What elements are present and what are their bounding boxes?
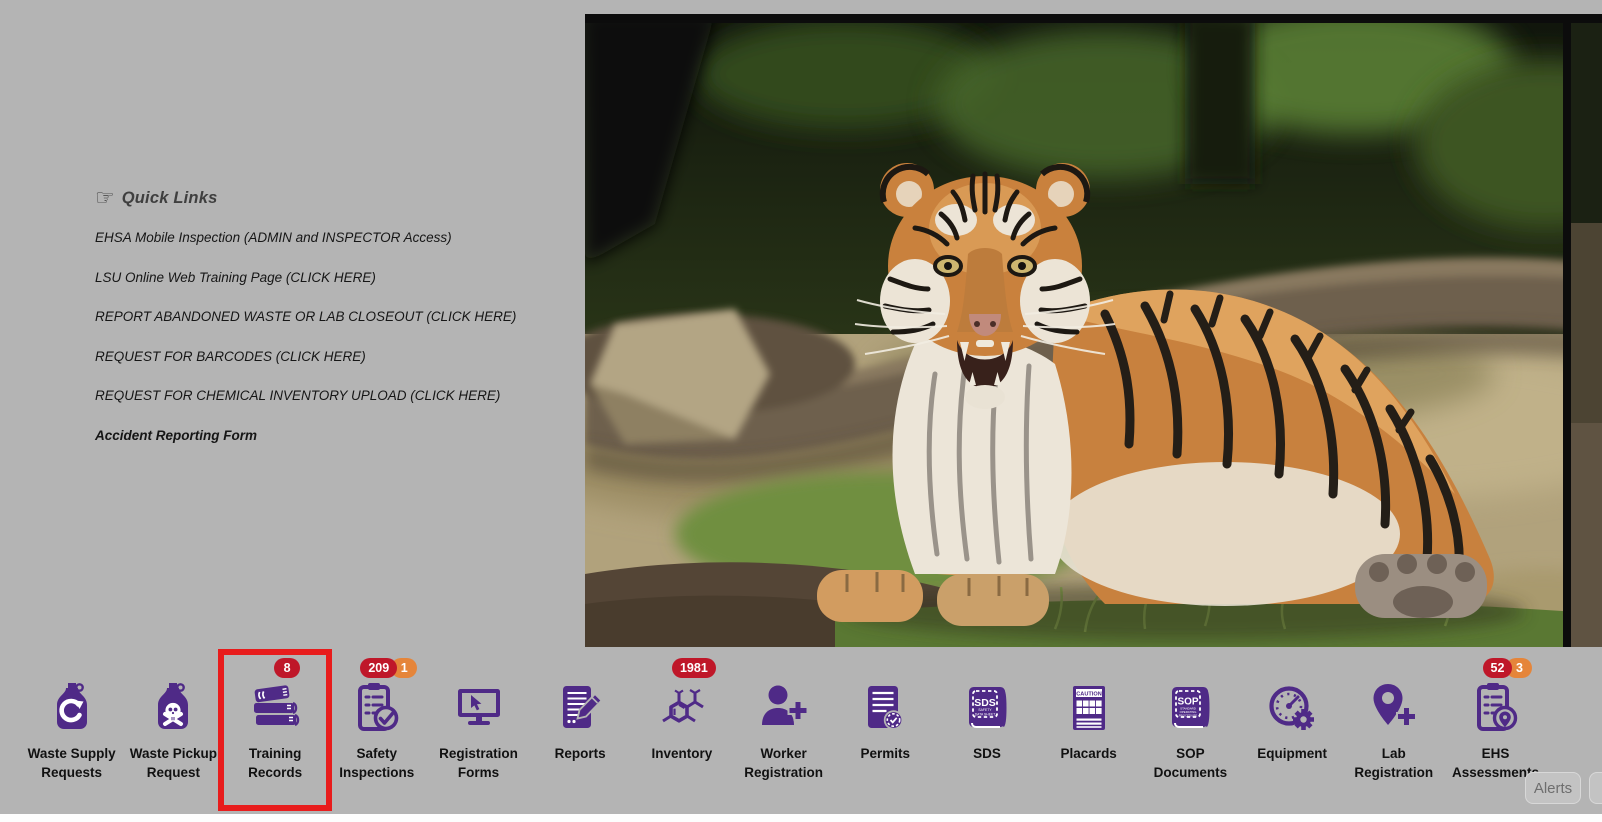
quick-link-accident-reporting-form[interactable]: Accident Reporting Form bbox=[95, 428, 565, 443]
toolbar-item-waste-pickup-request[interactable]: Waste PickupRequest bbox=[122, 655, 224, 805]
monitor-cursor-icon bbox=[451, 679, 507, 737]
quick-links-list: EHSA Mobile Inspection (ADMIN and INSPEC… bbox=[95, 230, 565, 443]
toolbar-item-label: SOPDocuments bbox=[1154, 744, 1228, 782]
toolbar-item-label: Permits bbox=[861, 744, 911, 763]
toolbar-item-lab-registration[interactable]: LabRegistration bbox=[1343, 655, 1445, 805]
monitor-cursor-icon bbox=[451, 680, 507, 736]
badge-row: 1981 bbox=[672, 657, 716, 679]
caution-icon-text: CAUTION bbox=[1076, 691, 1101, 697]
jug-refresh-icon bbox=[44, 680, 100, 736]
sop-book-icon: SOP STANDARD OPERATING PROCEDURE bbox=[1162, 679, 1218, 737]
document-pencil-icon bbox=[552, 680, 608, 736]
count-badge-red: 209 bbox=[360, 658, 397, 678]
molecule-icon bbox=[654, 679, 710, 737]
toolbar-item-label: Placards bbox=[1061, 744, 1117, 763]
document-seal-icon bbox=[857, 680, 913, 736]
toolbar-item-placards[interactable]: CAUTION Placards bbox=[1038, 655, 1140, 805]
toolbar-item-label: Equipment bbox=[1257, 744, 1327, 763]
toolbar-item-sds[interactable]: SDS SAFETY DATA SHEET SDS bbox=[936, 655, 1038, 805]
toolbar-item-label: RegistrationForms bbox=[439, 744, 518, 782]
ehsa-dashboard: ☞ Quick Links EHSA Mobile Inspection (AD… bbox=[0, 0, 1602, 822]
count-badge-red: 8 bbox=[274, 658, 300, 678]
gauge-gear-icon bbox=[1264, 680, 1320, 736]
person-plus-icon bbox=[756, 679, 812, 737]
toolbar-item-label: WorkerRegistration bbox=[744, 744, 823, 782]
toolbar-item-worker-registration[interactable]: WorkerRegistration bbox=[733, 655, 835, 805]
books-stack-icon bbox=[247, 680, 303, 736]
quick-link-request-for-chemical-inventory-upload[interactable]: REQUEST FOR CHEMICAL INVENTORY UPLOAD (C… bbox=[95, 388, 565, 403]
quick-link-ehsa-mobile-inspection[interactable]: EHSA Mobile Inspection (ADMIN and INSPEC… bbox=[95, 230, 565, 245]
badge-row: 8 bbox=[274, 657, 300, 679]
sds-book-icon: SDS SAFETY DATA SHEET bbox=[959, 679, 1015, 737]
gauge-gear-icon bbox=[1264, 679, 1320, 737]
clipboard-check-icon bbox=[349, 679, 405, 737]
quick-links-section: ☞ Quick Links EHSA Mobile Inspection (AD… bbox=[95, 188, 565, 467]
quick-link-lsu-online-web-training[interactable]: LSU Online Web Training Page (CLICK HERE… bbox=[95, 270, 565, 285]
sop-book-icon: SOP STANDARD OPERATING PROCEDURE bbox=[1162, 680, 1218, 736]
toolbar-item-label: LabRegistration bbox=[1354, 744, 1433, 782]
toolbar-item-training-records[interactable]: 8 TrainingRecords bbox=[224, 655, 326, 805]
toolbar-item-registration-forms[interactable]: RegistrationForms bbox=[428, 655, 530, 805]
quick-link-request-for-barcodes[interactable]: REQUEST FOR BARCODES (CLICK HERE) bbox=[95, 349, 565, 364]
clipboard-pin-icon bbox=[1468, 679, 1524, 737]
caution-placard-icon: CAUTION bbox=[1061, 679, 1117, 737]
count-badge-red: 52 bbox=[1483, 658, 1513, 678]
quick-links-title: Quick Links bbox=[122, 189, 218, 208]
caution-placard-icon: CAUTION bbox=[1061, 680, 1117, 736]
toolbar-item-label: SafetyInspections bbox=[339, 744, 414, 782]
banner-photo bbox=[585, 14, 1602, 647]
document-seal-icon bbox=[857, 679, 913, 737]
map-pin-plus-icon bbox=[1366, 680, 1422, 736]
tiger-photo-illustration bbox=[585, 14, 1602, 647]
books-stack-icon bbox=[247, 679, 303, 737]
toolbar-item-sop-documents[interactable]: SOP STANDARD OPERATING PROCEDURE SOPDocum… bbox=[1139, 655, 1241, 805]
toolbar-item-inventory[interactable]: 1981 Inventory bbox=[631, 655, 733, 805]
person-plus-icon bbox=[756, 680, 812, 736]
toolbar-item-equipment[interactable]: Equipment bbox=[1241, 655, 1343, 805]
module-toolbar: s Waste SupplyRequests Waste PickupReque… bbox=[0, 655, 1602, 815]
svg-text:PROCEDURE: PROCEDURE bbox=[1179, 714, 1198, 718]
quick-link-report-abandoned-waste-or-lab-closeout[interactable]: REPORT ABANDONED WASTE OR LAB CLOSEOUT (… bbox=[95, 309, 565, 324]
clipboard-check-icon bbox=[349, 680, 405, 736]
count-badge-red: 1981 bbox=[672, 658, 716, 678]
toolbar-item-reports[interactable]: Reports bbox=[529, 655, 631, 805]
jug-skull-icon bbox=[145, 679, 201, 737]
svg-text:DATA SHEET: DATA SHEET bbox=[975, 712, 996, 716]
pointing-hand-icon: ☞ bbox=[95, 188, 115, 208]
toolbar-item-partial-item[interactable]: s bbox=[0, 655, 21, 805]
toolbar-item-label: Inventory bbox=[652, 744, 713, 763]
map-pin-plus-icon bbox=[1366, 679, 1422, 737]
document-pencil-icon bbox=[552, 679, 608, 737]
badge-row: 523 bbox=[1483, 657, 1533, 679]
molecule-icon bbox=[654, 680, 710, 736]
partial-overlay-button[interactable] bbox=[1589, 772, 1602, 804]
badge-row: 2091 bbox=[360, 657, 417, 679]
jug-skull-icon bbox=[145, 680, 201, 736]
alerts-button-label: Alerts bbox=[1534, 780, 1572, 797]
jug-refresh-icon bbox=[44, 679, 100, 737]
sds-book-icon: SDS SAFETY DATA SHEET bbox=[959, 680, 1015, 736]
alerts-button[interactable]: Alerts bbox=[1525, 772, 1581, 804]
toolbar-item-safety-inspections[interactable]: 2091 SafetyInspections bbox=[326, 655, 428, 805]
toolbar-item-label: Waste PickupRequest bbox=[130, 744, 217, 782]
toolbar-item-label: s bbox=[0, 744, 21, 763]
page-bottom-strip bbox=[0, 814, 1602, 822]
quick-links-header: ☞ Quick Links bbox=[95, 188, 565, 208]
clipboard-pin-icon bbox=[1468, 680, 1524, 736]
toolbar-item-label: TrainingRecords bbox=[248, 744, 302, 782]
toolbar-item-label: Reports bbox=[555, 744, 606, 763]
toolbar-item-permits[interactable]: Permits bbox=[834, 655, 936, 805]
toolbar-item-label: SDS bbox=[973, 744, 1001, 763]
toolbar-item-waste-supply-requests[interactable]: Waste SupplyRequests bbox=[21, 655, 123, 805]
toolbar-item-label: Waste SupplyRequests bbox=[28, 744, 116, 782]
